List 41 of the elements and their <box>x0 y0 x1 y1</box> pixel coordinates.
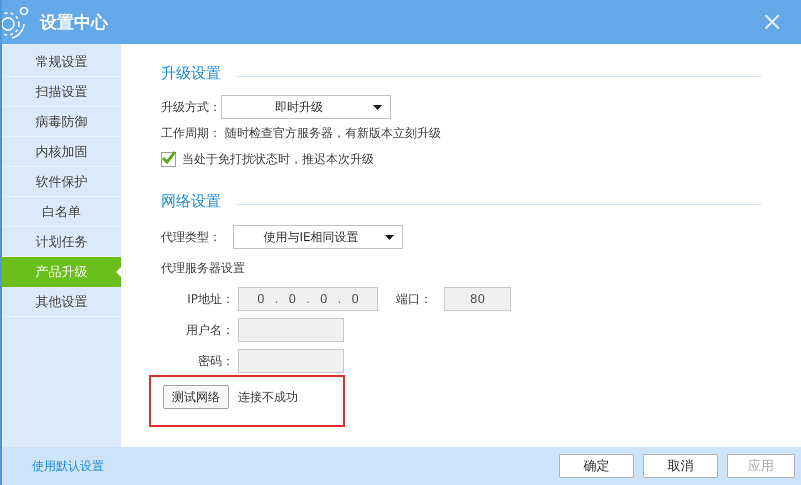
dropdown-value: 即时升级 <box>274 98 324 116</box>
sidebar-item[interactable]: 其他设置 <box>2 287 121 317</box>
section-title: 网络设置 <box>161 192 221 210</box>
ip-separator: . <box>274 292 280 306</box>
sidebar-item[interactable]: 扫描设置 <box>2 77 121 107</box>
test-network-button[interactable]: 测试网络 <box>163 385 229 409</box>
caret-icon <box>385 235 394 240</box>
sidebar-item[interactable]: 软件保护 <box>2 167 121 197</box>
ip-separator: . <box>336 292 342 306</box>
ip-octet: 0 <box>288 292 296 306</box>
window-title: 设置中心 <box>40 12 108 34</box>
connection-status: 连接不成功 <box>238 388 298 406</box>
sidebar-item[interactable]: 病毒防御 <box>2 107 121 137</box>
port-field[interactable]: 80 <box>444 287 511 311</box>
cancel-button[interactable]: 取消 <box>643 454 718 478</box>
section-title: 升级设置 <box>161 64 221 82</box>
ip-octet: 0 <box>256 292 265 306</box>
sidebar-item[interactable]: 常规设置 <box>2 47 121 77</box>
field-label: 密码： <box>197 352 234 370</box>
sidebar-item[interactable]: 白名单 <box>2 197 121 227</box>
section-label: 代理服务器设置 <box>161 260 245 276</box>
checkbox[interactable] <box>161 152 176 166</box>
ip-octet: 0 <box>320 292 328 306</box>
dropdown-value: 使用与IE相同设置 <box>262 228 360 246</box>
field-label: 升级方式： <box>161 98 221 116</box>
checkbox-label: 当处于免打扰状态时，推迟本次升级 <box>182 150 374 168</box>
ip-address-field[interactable]: 0 . 0 . 0 . 0 <box>238 287 378 311</box>
password-field[interactable] <box>238 349 344 373</box>
work-cycle-text: 工作周期： 随时检查官方服务器，有新版本立刻升级 <box>161 124 441 142</box>
field-label: 端口： <box>396 290 432 308</box>
ip-octet: 0 <box>351 292 360 306</box>
sidebar-item[interactable]: 内核加固 <box>2 137 121 167</box>
ip-separator: . <box>305 292 311 306</box>
caret-icon <box>373 105 382 110</box>
field-label: IP地址： <box>186 290 234 308</box>
upgrade-mode-dropdown[interactable]: 即时升级 <box>221 95 391 119</box>
username-field[interactable] <box>238 318 344 342</box>
confirm-button[interactable]: 确定 <box>559 454 634 478</box>
proxy-type-dropdown[interactable]: 使用与IE相同设置 <box>233 225 403 249</box>
field-label: 代理类型： <box>161 228 221 246</box>
field-label: 用户名： <box>185 322 234 338</box>
